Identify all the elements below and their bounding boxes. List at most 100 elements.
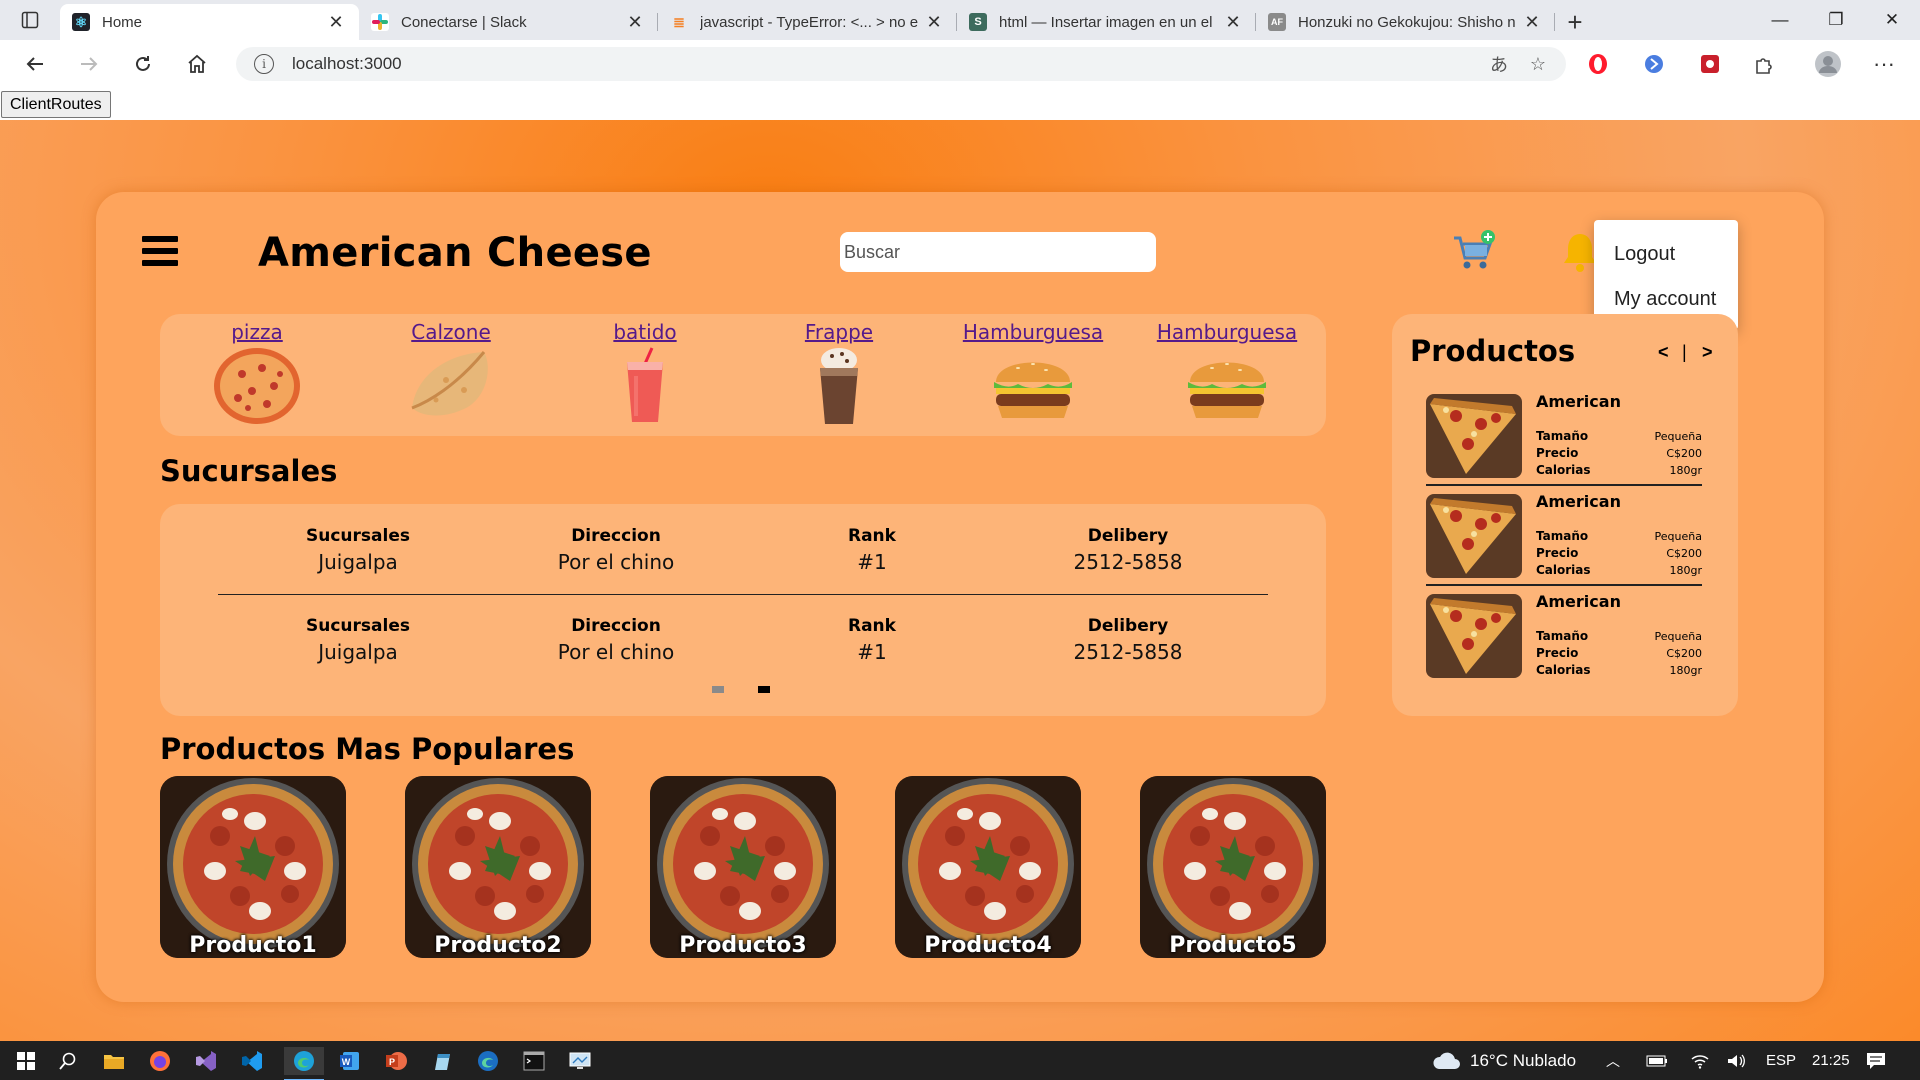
close-tab-icon[interactable]: ✕ [923,12,945,33]
firefox-icon[interactable] [146,1047,174,1075]
opera-extension-icon[interactable] [1576,40,1620,88]
popular-product-label: Producto5 [1169,933,1297,958]
category-item-pizza[interactable]: pizza [160,314,354,426]
category-link[interactable]: Frappe [742,320,936,344]
new-tab-button[interactable]: + [1555,4,1595,40]
product-item[interactable]: American Tamaño Precio Calorias Pequeña C$2… [1426,592,1702,688]
category-item-hamburguesa[interactable]: Hamburguesa [1130,314,1324,426]
profile-avatar[interactable] [1806,40,1850,88]
close-window-icon[interactable]: ✕ [1864,0,1920,40]
word-icon[interactable]: W [336,1047,364,1075]
category-item-frappe[interactable]: Frappe [742,314,936,426]
tab-slack[interactable]: Conectarse | Slack ✕ [359,4,658,40]
bell-notification-icon[interactable] [1562,230,1598,274]
site-info-icon[interactable]: i [254,54,274,74]
tab-stackexchange[interactable]: S html — Insertar imagen en un el ✕ [957,4,1256,40]
category-strip: pizza Calzone batido Frappe Hamburguesa … [160,314,1326,436]
product-labels: Tamaño Precio Calorias [1536,629,1591,677]
next-products-button[interactable]: > [1702,342,1713,363]
back-button[interactable] [8,40,62,88]
search-icon[interactable] [54,1047,82,1075]
tab-actions-button[interactable] [0,0,60,40]
pizza-icon [214,348,300,424]
category-link[interactable]: Hamburguesa [1130,320,1324,344]
product-item[interactable]: American Tamaño Precio Calorias Pequeña C$2… [1426,492,1702,588]
product-labels: Tamaño Precio Calorias [1536,529,1591,577]
popular-product-card[interactable]: Producto3 [650,776,836,958]
category-item-hamburguesa[interactable]: Hamburguesa [936,314,1130,426]
hamburger-menu-icon[interactable] [142,236,178,266]
search-input[interactable] [840,232,1156,272]
edge-dev-icon[interactable] [474,1047,502,1075]
favorite-star-icon[interactable]: ☆ [1530,54,1546,75]
category-item-calzone[interactable]: Calzone [354,314,548,426]
productos-panel: Productos < | > American Tamaño Precio Cal… [1392,314,1738,716]
windows-start-icon[interactable] [12,1047,40,1075]
category-link[interactable]: Calzone [354,320,548,344]
forward-button[interactable] [62,40,116,88]
home-button[interactable] [170,40,224,88]
cell-value: #1 [857,550,887,574]
client-routes-button[interactable]: ClientRoutes [1,91,111,118]
tab-stackoverflow[interactable]: ≣ javascript - TypeError: <... > no e ✕ [658,4,957,40]
show-hidden-icons[interactable]: ︿ [1606,1041,1620,1080]
anime-site-icon: AF [1268,13,1286,31]
category-link[interactable]: batido [548,320,742,344]
reload-button[interactable] [116,40,170,88]
col-header: Sucursales [306,616,410,636]
weather-widget[interactable]: 16°C Nublado [1432,1041,1576,1080]
product-item[interactable]: American Tamaño Precio Calorias Pequeña C$2… [1426,392,1702,488]
carousel-dot-1[interactable] [712,686,724,693]
product-name: American [1536,392,1621,411]
close-tab-icon[interactable]: ✕ [624,12,646,33]
wifi-icon[interactable] [1690,1041,1710,1080]
powerpoint-icon[interactable]: P [382,1047,410,1075]
home-icon [188,54,206,73]
stackoverflow-icon: ≣ [673,13,685,30]
notes-app-icon[interactable] [428,1047,456,1075]
close-tab-icon[interactable]: ✕ [1521,12,1543,33]
clock[interactable]: 21:25 [1812,1041,1850,1080]
cell-value: 2512-5858 [1073,550,1183,574]
read-aloud-icon[interactable]: あ [1490,51,1508,77]
visual-studio-icon[interactable] [192,1047,220,1075]
close-tab-icon[interactable]: ✕ [1222,12,1244,33]
popular-product-card[interactable]: Producto5 [1140,776,1326,958]
popular-product-card[interactable]: Producto1 [160,776,346,958]
vscode-icon[interactable] [238,1047,266,1075]
edge-browser-icon[interactable] [284,1047,324,1080]
carousel-dot-2-active[interactable] [758,686,770,693]
popular-product-card[interactable]: Producto4 [895,776,1081,958]
extension-red-icon[interactable] [1688,40,1732,88]
category-item-batido[interactable]: batido [548,314,742,426]
col-header: Delibery [1087,616,1169,636]
col-header: Direccion [571,526,661,546]
pizza-image [650,776,836,958]
remote-desktop-icon[interactable] [566,1047,594,1075]
cart-add-icon[interactable] [1450,228,1496,274]
category-link[interactable]: Hamburguesa [936,320,1130,344]
smoothie-icon [627,347,663,422]
popular-product-card[interactable]: Producto2 [405,776,591,958]
file-explorer-icon[interactable] [100,1047,128,1075]
input-language[interactable]: ESP [1766,1041,1796,1080]
cell-value: #1 [857,640,887,664]
pizza-slice-image [1426,594,1522,678]
terminal-icon[interactable] [520,1047,548,1075]
close-tab-icon[interactable]: ✕ [325,12,347,33]
minimize-icon[interactable]: — [1752,0,1808,40]
prev-products-button[interactable]: < [1658,342,1669,363]
restore-icon[interactable]: ❐ [1808,0,1864,40]
extension-blue-icon[interactable] [1632,40,1676,88]
logout-menu-item[interactable]: Logout [1594,232,1738,277]
tab-anime[interactable]: AF Honzuki no Gekokujou: Shisho n ✕ [1256,4,1555,40]
extensions-puzzle-icon[interactable] [1742,40,1786,88]
cell-value: Juigalpa [318,550,398,574]
notifications-icon[interactable] [1866,1041,1886,1080]
browser-menu-icon[interactable]: ··· [1862,40,1906,88]
url-field[interactable]: i localhost:3000 あ ☆ [236,47,1566,81]
battery-icon[interactable] [1646,1041,1668,1080]
category-link[interactable]: pizza [160,320,354,344]
volume-icon[interactable] [1726,1041,1746,1080]
tab-home[interactable]: ⚛ Home ✕ [60,4,359,40]
